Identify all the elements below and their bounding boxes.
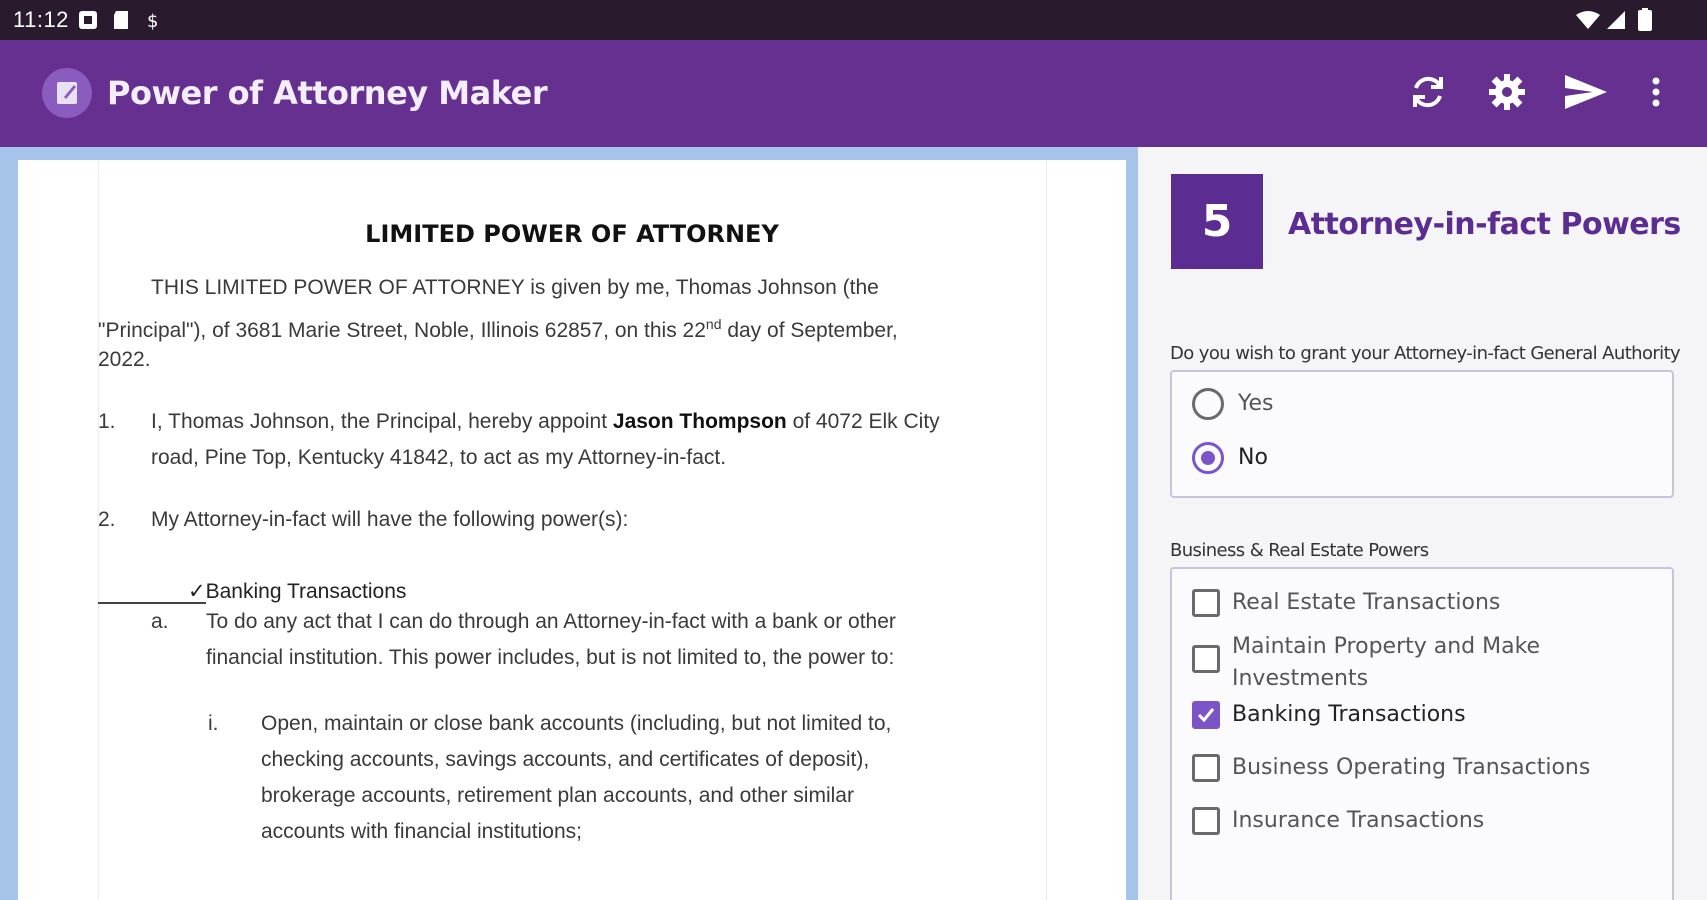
item-2-text: My Attorney-in-fact will have the follow… <box>151 508 629 531</box>
svg-text:$: $ <box>147 11 158 30</box>
dollar-icon: $ <box>144 10 164 35</box>
step-title: Attorney-in-fact Powers <box>1288 207 1681 242</box>
radio-option-yes[interactable]: Yes <box>1192 388 1274 420</box>
checkbox-real-estate[interactable]: Real Estate Transactions <box>1192 587 1552 619</box>
checkbox-icon <box>1192 589 1220 617</box>
more-options-button[interactable] <box>1628 66 1684 122</box>
business-powers-checkbox-group: Real Estate Transactions Maintain Proper… <box>1170 567 1674 900</box>
intro-line-1: THIS LIMITED POWER OF ATTORNEY is given … <box>151 276 879 299</box>
form-panel: 5 Attorney-in-fact Powers Do you wish to… <box>1138 147 1707 900</box>
checkbox-label: Insurance Transactions <box>1232 808 1485 833</box>
signal-icon <box>1605 10 1627 35</box>
checkbox-checked-icon <box>1192 701 1220 729</box>
checkbox-label: Real Estate Transactions <box>1232 590 1501 615</box>
wifi-icon <box>1575 10 1601 35</box>
refresh-button[interactable] <box>1400 66 1456 122</box>
radio-yes-label: Yes <box>1238 391 1274 416</box>
sub-i-number: i. <box>208 712 219 735</box>
checkbox-maintain-property[interactable]: Maintain Property and Make Investments <box>1192 631 1552 695</box>
item-1-number: 1. <box>98 410 116 433</box>
radio-no-icon <box>1192 442 1224 474</box>
document-title: LIMITED POWER OF ATTORNEY <box>365 220 779 248</box>
sub-i-line-1: Open, maintain or close bank accounts (i… <box>261 712 892 735</box>
gear-icon <box>1487 72 1527 117</box>
refresh-icon <box>1408 72 1448 117</box>
checkbox-label: Maintain Property and Make Investments <box>1232 634 1541 691</box>
checkbox-icon <box>1192 807 1220 835</box>
check-mark-icon: ✓ <box>188 580 206 603</box>
checkbox-icon <box>1192 645 1220 673</box>
step-number-badge: 5 <box>1171 174 1263 269</box>
checkbox-label: Business Operating Transactions <box>1232 755 1591 780</box>
sub-a-number: a. <box>151 610 169 633</box>
app-bar: Power of Attorney Maker <box>0 40 1707 147</box>
status-time: 11:12 <box>13 7 69 32</box>
document-page: LIMITED POWER OF ATTORNEY THIS LIMITED P… <box>18 160 1126 900</box>
more-vert-icon <box>1651 76 1661 113</box>
app-title: Power of Attorney Maker <box>107 74 548 112</box>
status-bar: 11:12 $ <box>0 0 1707 40</box>
send-button[interactable] <box>1558 66 1614 122</box>
checkbox-insurance[interactable]: Insurance Transactions <box>1192 805 1552 837</box>
radio-option-no[interactable]: No <box>1192 442 1268 474</box>
intro-line-3: 2022. <box>98 348 151 371</box>
attorney-name: Jason Thompson <box>612 410 787 433</box>
general-authority-radio-group: Yes No <box>1170 370 1674 498</box>
app-logo-icon <box>42 68 92 118</box>
item-2-number: 2. <box>98 508 116 531</box>
checkbox-banking[interactable]: Banking Transactions <box>1192 699 1552 731</box>
radio-yes-icon <box>1192 388 1224 420</box>
radio-no-label: No <box>1238 445 1268 470</box>
sd-card-icon <box>111 10 131 35</box>
sub-i-line-4: accounts with financial institutions; <box>261 820 582 843</box>
send-icon <box>1563 72 1609 117</box>
item-1-line-2: road, Pine Top, Kentucky 41842, to act a… <box>151 446 727 469</box>
sub-a-line-2: financial institution. This power includ… <box>206 646 895 669</box>
settings-button[interactable] <box>1479 66 1535 122</box>
notification-icon <box>78 10 98 35</box>
business-powers-label: Business & Real Estate Powers <box>1170 540 1429 561</box>
battery-icon <box>1637 8 1653 37</box>
sub-a-line-1: To do any act that I can do through an A… <box>206 610 896 633</box>
margin-guide-right <box>1046 160 1047 900</box>
sub-i-line-2: checking accounts, savings accounts, and… <box>261 748 870 771</box>
sub-i-line-3: brokerage accounts, retirement plan acco… <box>261 784 854 807</box>
checkbox-label: Banking Transactions <box>1232 702 1466 727</box>
item-1-line-1: I, Thomas Johnson, the Principal, hereby… <box>151 410 940 433</box>
checkbox-business-operating[interactable]: Business Operating Transactions <box>1192 752 1612 784</box>
intro-line-2: "Principal"), of 3681 Marie Street, Nobl… <box>98 316 898 342</box>
checkbox-icon <box>1192 754 1220 782</box>
general-authority-label: Do you wish to grant your Attorney-in-fa… <box>1170 343 1681 364</box>
document-preview-area[interactable]: LIMITED POWER OF ATTORNEY THIS LIMITED P… <box>0 147 1138 900</box>
